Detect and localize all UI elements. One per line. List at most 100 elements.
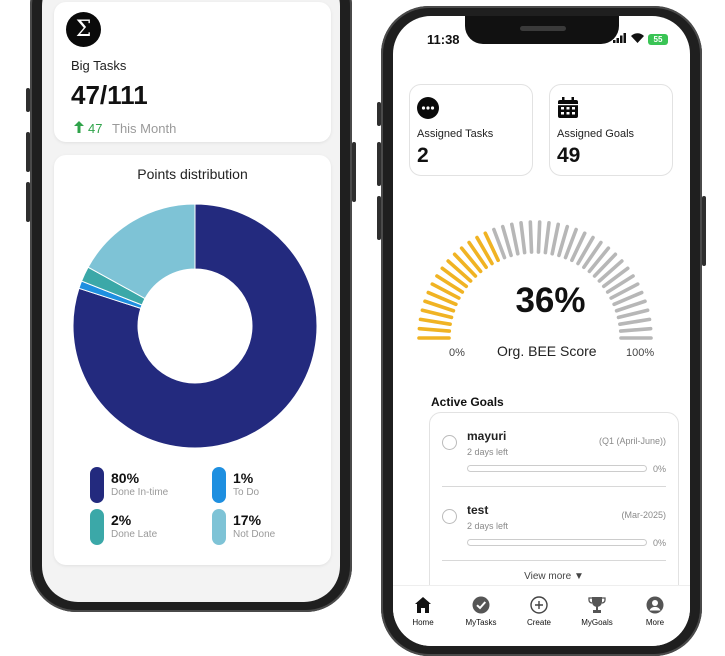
bee-score-gauge	[417, 220, 653, 340]
gauge-tick	[417, 326, 452, 333]
trend-count: 47	[88, 121, 103, 136]
legend-label: Done In-time	[111, 487, 169, 498]
nav-item-create[interactable]: Create	[509, 594, 569, 627]
nav-label: More	[645, 618, 665, 627]
legend-label: To Do	[233, 487, 260, 498]
gauge-tick	[597, 259, 624, 283]
goal-radio[interactable]	[442, 509, 457, 524]
nav-item-mytasks[interactable]: MyTasks	[451, 594, 511, 627]
volume-up-button	[377, 142, 381, 186]
goal-period: (Q1 (April-June))	[598, 436, 666, 446]
gauge-max-label: 100%	[626, 347, 655, 359]
gauge-tick	[519, 221, 527, 255]
status-time: 11:38	[427, 32, 460, 47]
right-phone-frame: 11:38 55 Assigned Tasks 2 Assigned Goals…	[377, 6, 706, 656]
legend-swatch	[212, 467, 226, 503]
legend-percent: 2%	[111, 512, 132, 528]
mute-switch	[377, 102, 381, 126]
gauge-tick	[500, 224, 513, 258]
status-icons: 55	[613, 33, 668, 46]
side-power-button	[352, 142, 356, 202]
legend-percent: 80%	[111, 470, 140, 486]
gauge-tick	[509, 222, 520, 256]
legend-swatch	[90, 467, 104, 503]
nav-item-mygoals[interactable]: MyGoals	[567, 594, 627, 627]
goal-item[interactable]: test 2 days left (Mar-2025) 0%	[430, 487, 678, 557]
assigned-goals-value: 49	[557, 144, 581, 167]
speaker-grille	[520, 26, 566, 31]
bottom-nav: Home MyTasks Create MyGoals More	[393, 585, 690, 646]
goal-days-left: 2 days left	[467, 521, 509, 531]
goal-period: (Mar-2025)	[621, 510, 666, 520]
assigned-tasks-label: Assigned Tasks	[417, 128, 494, 140]
gauge-tick	[550, 222, 561, 256]
home-icon	[393, 594, 453, 616]
notch	[465, 16, 619, 44]
goal-progress-bar	[467, 539, 647, 546]
more-dots-icon	[417, 97, 439, 119]
goal-progress-bar	[467, 465, 647, 472]
legend-swatch	[90, 509, 104, 545]
nav-label: Home	[412, 618, 434, 627]
sigma-icon: Σ	[66, 12, 101, 47]
gauge-tick	[536, 220, 542, 254]
goal-radio[interactable]	[442, 435, 457, 450]
legend-percent: 17%	[233, 512, 262, 528]
left-phone-frame: Σ Big Tasks 47/111 47 This Month Points …	[26, 0, 356, 612]
points-distribution-title: Points distribution	[137, 166, 248, 182]
nav-item-more[interactable]: More	[625, 594, 685, 627]
assigned-tasks-value: 2	[417, 144, 429, 167]
user-circle-icon	[625, 594, 685, 616]
side-power-button	[702, 196, 706, 266]
gauge-tick	[557, 224, 570, 258]
gauge-tick	[452, 252, 478, 278]
goal-name: mayuri	[467, 429, 507, 443]
gauge-label: Org. BEE Score	[497, 343, 597, 359]
divider	[442, 560, 666, 561]
view-more-link[interactable]: View more ▼	[430, 571, 678, 582]
gauge-value: 36%	[515, 281, 586, 320]
volume-up-button	[26, 132, 30, 172]
volume-down-button	[377, 196, 381, 240]
right-phone-screen: 11:38 55 Assigned Tasks 2 Assigned Goals…	[393, 16, 690, 646]
assigned-goals-card[interactable]: Assigned Goals 49	[549, 84, 673, 176]
assigned-tasks-card[interactable]: Assigned Tasks 2	[409, 84, 533, 176]
plus-circle-icon	[509, 594, 569, 616]
nav-label: Create	[526, 618, 551, 627]
gauge-min-label: 0%	[449, 347, 465, 359]
volume-down-button	[26, 182, 30, 222]
mute-switch	[26, 88, 30, 112]
gauge-tick	[543, 221, 551, 255]
legend-percent: 1%	[233, 470, 254, 486]
goal-progress-text: 0%	[652, 464, 666, 474]
gauge-tick	[459, 246, 483, 274]
trophy-icon	[567, 594, 627, 616]
nav-label: MyTasks	[465, 618, 497, 627]
points-donut-chart	[72, 203, 318, 449]
gauge-tick	[592, 252, 618, 278]
gauge-tick	[587, 246, 611, 274]
goal-item[interactable]: mayuri 2 days left (Q1 (April-June)) 0%	[430, 413, 678, 483]
calendar-icon	[557, 97, 579, 119]
legend-label: Done Late	[111, 529, 158, 540]
legend-swatch	[212, 509, 226, 545]
trend-label: This Month	[112, 121, 177, 136]
big-tasks-value: 47/111	[71, 80, 148, 110]
signal-icon	[613, 33, 627, 46]
gauge-tick	[528, 220, 534, 254]
points-distribution-card: Points distribution 80% Done In-time 1% …	[54, 155, 331, 565]
battery-icon: 55	[648, 34, 668, 45]
arrow-up-icon	[74, 121, 84, 136]
goal-name: test	[467, 503, 489, 517]
check-circle-icon	[451, 594, 511, 616]
goal-days-left: 2 days left	[467, 447, 509, 457]
big-tasks-card[interactable]: Σ Big Tasks 47/111 47 This Month	[54, 2, 331, 142]
goal-progress-text: 0%	[652, 538, 666, 548]
assigned-goals-label: Assigned Goals	[557, 128, 635, 140]
left-phone-screen: Σ Big Tasks 47/111 47 This Month Points …	[42, 0, 340, 602]
active-goals-title: Active Goals	[431, 395, 504, 409]
nav-item-home[interactable]: Home	[393, 594, 453, 627]
active-goals-list: mayuri 2 days left (Q1 (April-June)) 0% …	[429, 412, 679, 614]
wifi-icon	[631, 33, 644, 46]
nav-label: MyGoals	[581, 618, 613, 627]
